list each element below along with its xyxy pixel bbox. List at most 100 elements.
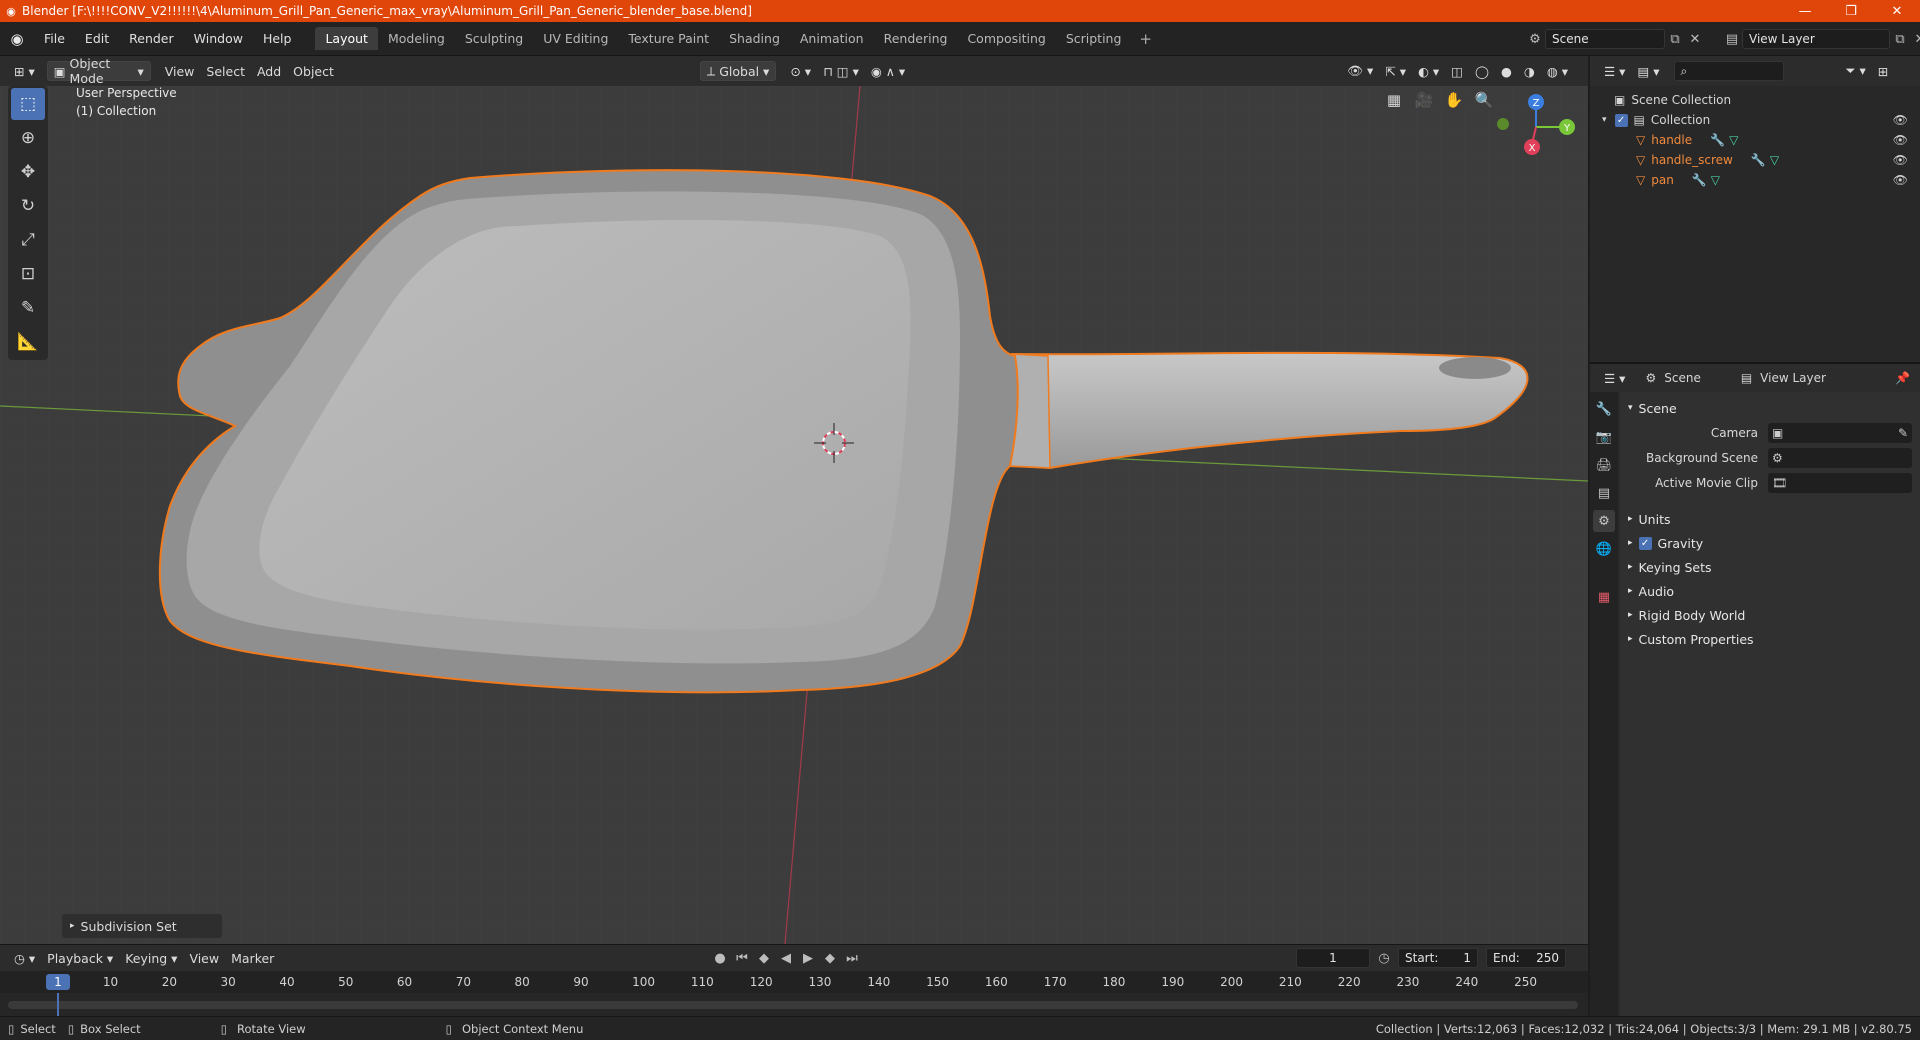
annotate-tool-icon[interactable]: ✎: [11, 292, 45, 324]
eyedropper-icon[interactable]: ✎: [1898, 426, 1908, 440]
world-tab-icon[interactable]: 🌐: [1593, 538, 1615, 560]
delete-scene-icon[interactable]: ✕: [1685, 29, 1705, 49]
collection-checkbox[interactable]: ✓: [1614, 113, 1628, 127]
section-rigid-body-world[interactable]: ▸ Rigid Body World: [1620, 603, 1920, 627]
section-gravity[interactable]: ▸ ✓ Gravity: [1620, 531, 1920, 555]
section-audio[interactable]: ▸ Audio: [1620, 579, 1920, 603]
solid-shading-icon[interactable]: ●: [1495, 61, 1518, 81]
section-custom-properties[interactable]: ▸ Custom Properties: [1620, 627, 1920, 651]
menu-window[interactable]: Window: [184, 31, 253, 46]
gravity-checkbox[interactable]: ✓: [1638, 536, 1652, 550]
tab-shading[interactable]: Shading: [719, 27, 790, 50]
timeline-track[interactable]: [0, 993, 1588, 1017]
section-units[interactable]: ▸ Units: [1620, 507, 1920, 531]
outliner-item-pan[interactable]: ▽ pan 🔧 ▽ 👁: [1590, 170, 1920, 190]
cursor-tool-icon[interactable]: ⊕: [11, 122, 45, 154]
start-frame-field[interactable]: Start: 1: [1398, 948, 1478, 968]
tab-uv-editing[interactable]: UV Editing: [533, 27, 618, 50]
scale-tool-icon[interactable]: ⤢: [11, 224, 45, 256]
tab-layout[interactable]: Layout: [315, 27, 378, 50]
jump-end-icon[interactable]: ⏭: [842, 948, 862, 968]
outliner-editor-type-icon[interactable]: ☰ ▾: [1598, 61, 1631, 81]
jump-start-icon[interactable]: ⏮: [732, 948, 752, 968]
tab-rendering[interactable]: Rendering: [874, 27, 958, 50]
timeline-ruler[interactable]: 1 10 20 30 40 50 60 70 80 90 100 110 120 130 140 150 16…: [0, 971, 1588, 993]
close-button[interactable]: ✕: [1874, 0, 1920, 22]
scene-tab-icon[interactable]: ⚙: [1593, 510, 1615, 532]
active-movie-clip-field[interactable]: 🎞: [1768, 472, 1912, 493]
scene-name-field[interactable]: Scene: [1545, 29, 1665, 49]
tab-texture-paint[interactable]: Texture Paint: [618, 27, 719, 50]
minimize-button[interactable]: —: [1782, 0, 1828, 22]
snap-icon[interactable]: ⊓ ◫ ▾: [817, 61, 865, 81]
overlay-toggle-icon[interactable]: ◐ ▾: [1412, 61, 1445, 81]
delete-view-layer-icon[interactable]: ✕: [1910, 29, 1920, 49]
menu-help[interactable]: Help: [253, 31, 302, 46]
preview-range-icon[interactable]: ◷: [1374, 948, 1394, 968]
operator-panel[interactable]: ▸ Subdivision Set: [62, 914, 222, 938]
section-keying-sets[interactable]: ▸ Keying Sets: [1620, 555, 1920, 579]
collection-expand-icon[interactable]: ▾: [1602, 115, 1607, 125]
pin-icon[interactable]: 📌: [1895, 371, 1910, 385]
prev-keyframe-icon[interactable]: ◆: [754, 948, 774, 968]
camera-view-icon[interactable]: 🎥: [1411, 87, 1437, 113]
outliner-item-handle[interactable]: ▽ handle 🔧 ▽ 👁: [1590, 130, 1920, 150]
view-layer-tab-icon[interactable]: ▤: [1593, 482, 1615, 504]
next-keyframe-icon[interactable]: ◆: [820, 948, 840, 968]
toggle-grid-view-icon[interactable]: ▦: [1381, 87, 1407, 113]
outliner-item-handle-screw[interactable]: ▽ handle_screw 🔧 ▽ 👁: [1590, 150, 1920, 170]
zoom-view-icon[interactable]: 🔍: [1471, 87, 1497, 113]
xray-icon[interactable]: ◫: [1445, 61, 1469, 81]
visibility-icon[interactable]: 👁 ▾: [1341, 61, 1379, 81]
menu-add[interactable]: Add: [251, 61, 287, 81]
menu-keying[interactable]: Keying ▾: [119, 948, 183, 968]
display-mode-icon[interactable]: ▤ ▾: [1631, 61, 1665, 81]
menu-file[interactable]: File: [34, 31, 75, 46]
menu-edit[interactable]: Edit: [75, 31, 119, 46]
render-tab-icon[interactable]: 📷: [1593, 426, 1615, 448]
section-scene[interactable]: ▾ Scene: [1620, 396, 1920, 420]
transform-tool-icon[interactable]: ⊡: [11, 258, 45, 290]
filter-icon[interactable]: ⏷ ▾: [1840, 61, 1872, 81]
mode-dropdown[interactable]: ▣ Object Mode ▾: [46, 56, 151, 86]
gizmo-neg-y-handle[interactable]: [1497, 118, 1509, 130]
rendered-shading-icon[interactable]: ◍ ▾: [1541, 61, 1574, 81]
menu-playback[interactable]: Playback ▾: [41, 948, 119, 968]
new-scene-icon[interactable]: ⧉: [1665, 29, 1685, 49]
pivot-icon[interactable]: ⊙ ▾: [784, 61, 817, 81]
move-tool-icon[interactable]: ✥: [11, 156, 45, 188]
background-scene-field[interactable]: ⚙: [1768, 447, 1912, 468]
current-frame-field[interactable]: 1: [1296, 948, 1370, 968]
new-collection-icon[interactable]: ⊞: [1872, 61, 1894, 81]
timeline-editor-type-icon[interactable]: ◷ ▾: [8, 948, 41, 968]
menu-view[interactable]: View: [159, 61, 201, 81]
menu-select[interactable]: Select: [200, 61, 251, 81]
menu-object[interactable]: Object: [287, 61, 340, 81]
tab-modeling[interactable]: Modeling: [378, 27, 455, 50]
blender-menu-icon[interactable]: ◉: [0, 30, 34, 48]
tool-tab-icon[interactable]: 🔧: [1593, 398, 1615, 420]
rotate-tool-icon[interactable]: ↻: [11, 190, 45, 222]
outliner-search-input[interactable]: ⌕: [1673, 61, 1784, 81]
3d-viewport[interactable]: Z Y X User Perspective (1) Collection ⬚ …: [0, 86, 1588, 944]
new-view-layer-icon[interactable]: ⧉: [1890, 29, 1910, 49]
record-icon[interactable]: ●: [710, 948, 730, 968]
end-frame-field[interactable]: End: 250: [1486, 948, 1566, 968]
play-reverse-icon[interactable]: ◀: [776, 948, 796, 968]
menu-render[interactable]: Render: [119, 31, 184, 46]
visibility-eye-icon[interactable]: 👁: [1893, 113, 1908, 127]
current-frame-indicator[interactable]: 1: [46, 974, 70, 990]
editor-type-icon[interactable]: ⊞ ▾: [8, 61, 41, 81]
orientation-dropdown[interactable]: ⟂ Global ▾: [699, 61, 777, 81]
play-icon[interactable]: ▶: [798, 948, 818, 968]
tab-animation[interactable]: Animation: [790, 27, 874, 50]
wireframe-shading-icon[interactable]: ◯: [1469, 61, 1495, 81]
tab-scripting[interactable]: Scripting: [1056, 27, 1132, 50]
add-workspace-button[interactable]: +: [1131, 30, 1160, 48]
output-tab-icon[interactable]: 🖨: [1593, 454, 1615, 476]
maximize-button[interactable]: ❐: [1828, 0, 1874, 22]
timeline-scrollbar[interactable]: [8, 1001, 1578, 1009]
texture-tab-icon[interactable]: ▦: [1593, 586, 1615, 608]
menu-timeline-view[interactable]: View: [183, 948, 225, 968]
camera-field[interactable]: ▣ ✎: [1768, 422, 1912, 443]
